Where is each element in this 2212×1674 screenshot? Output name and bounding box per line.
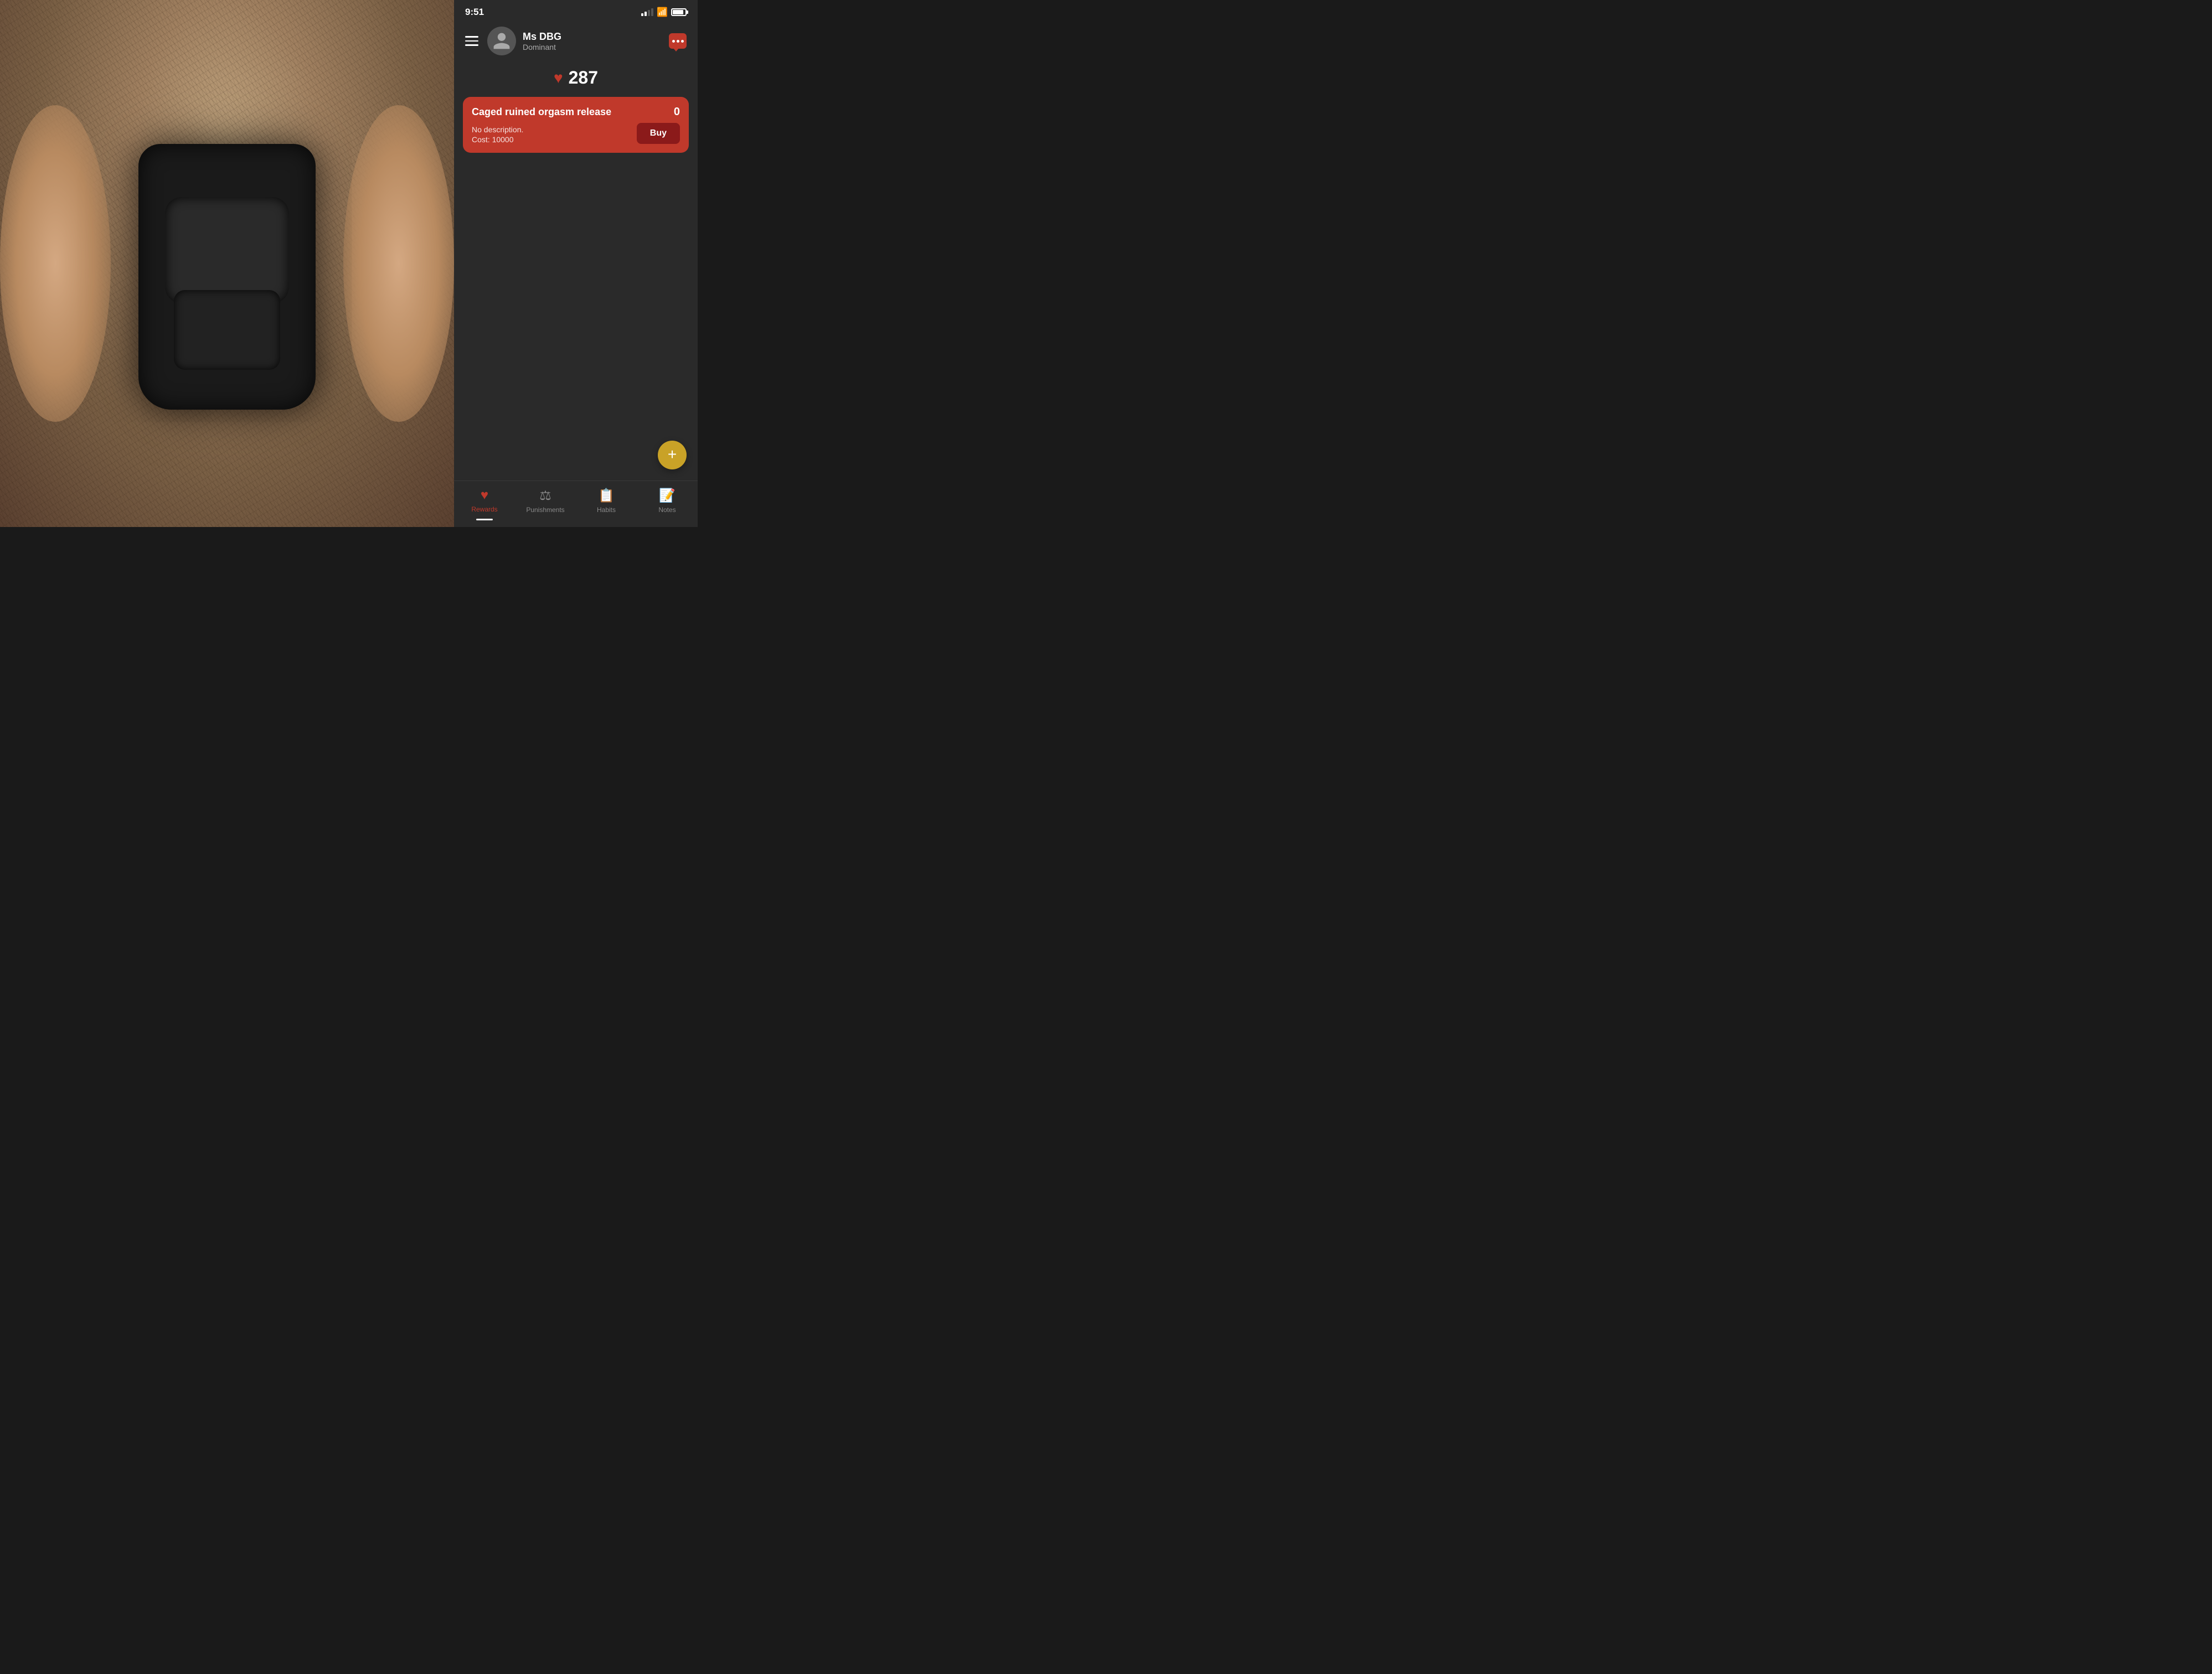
menu-button[interactable]: [463, 34, 481, 48]
punishments-label: Punishments: [526, 506, 564, 514]
nav-item-notes[interactable]: 📝 Notes: [637, 485, 698, 516]
battery-fill: [673, 10, 683, 14]
user-info: Ms DBG Dominant: [523, 31, 660, 51]
status-bar: 9:51 📶: [454, 0, 698, 22]
habits-label: Habits: [597, 506, 616, 514]
avatar-icon: [492, 31, 512, 51]
buy-button[interactable]: Buy: [637, 123, 680, 144]
avatar: [487, 27, 516, 55]
skin-right: [343, 105, 454, 421]
reward-count: 0: [674, 106, 680, 118]
fab-container: +: [454, 441, 698, 480]
rewards-label: Rewards: [471, 505, 497, 513]
rewards-icon: ♥: [481, 488, 488, 503]
bottom-nav: ♥ Rewards ⚖ Punishments 📋 Habits 📝 Notes: [454, 480, 698, 527]
nav-item-punishments[interactable]: ⚖ Punishments: [515, 485, 576, 516]
chastity-device: [138, 144, 316, 410]
reward-info: No description. Cost: 10000: [472, 125, 523, 144]
points-value: 287: [569, 68, 598, 88]
chat-dots: [672, 40, 684, 43]
status-icons: 📶: [641, 7, 687, 18]
status-time: 9:51: [465, 7, 484, 18]
content-spacer: [454, 162, 698, 441]
app-panel: 9:51 📶: [454, 0, 698, 527]
nav-item-habits[interactable]: 📋 Habits: [576, 485, 637, 516]
hamburger-icon: [465, 36, 478, 46]
chat-icon: [669, 33, 687, 49]
reward-card-header: Caged ruined orgasm release 0: [472, 106, 680, 118]
plus-icon: +: [668, 447, 677, 462]
reward-card: Caged ruined orgasm release 0 No descrip…: [463, 97, 689, 153]
add-button[interactable]: +: [658, 441, 687, 469]
chat-button[interactable]: [667, 31, 689, 51]
reward-title: Caged ruined orgasm release: [472, 106, 667, 118]
reward-card-footer: No description. Cost: 10000 Buy: [472, 123, 680, 144]
points-section: ♥ 287: [454, 62, 698, 97]
user-name: Ms DBG: [523, 31, 660, 43]
skin-left: [0, 105, 111, 421]
punishments-icon: ⚖: [539, 488, 551, 504]
reward-description: No description.: [472, 125, 523, 134]
photo-background: [0, 0, 454, 527]
signal-icon: [641, 8, 653, 16]
reward-cost: Cost: 10000: [472, 135, 523, 144]
device-inner: [138, 144, 316, 410]
user-role: Dominant: [523, 43, 660, 51]
wifi-icon: 📶: [657, 7, 668, 18]
notes-icon: 📝: [659, 488, 676, 504]
habits-icon: 📋: [598, 488, 615, 504]
notes-label: Notes: [658, 506, 676, 514]
nav-item-rewards[interactable]: ♥ Rewards: [454, 485, 515, 516]
app-header: Ms DBG Dominant: [454, 22, 698, 62]
photo-panel: [0, 0, 454, 527]
battery-icon: [671, 8, 687, 16]
heart-icon: ♥: [554, 69, 563, 87]
